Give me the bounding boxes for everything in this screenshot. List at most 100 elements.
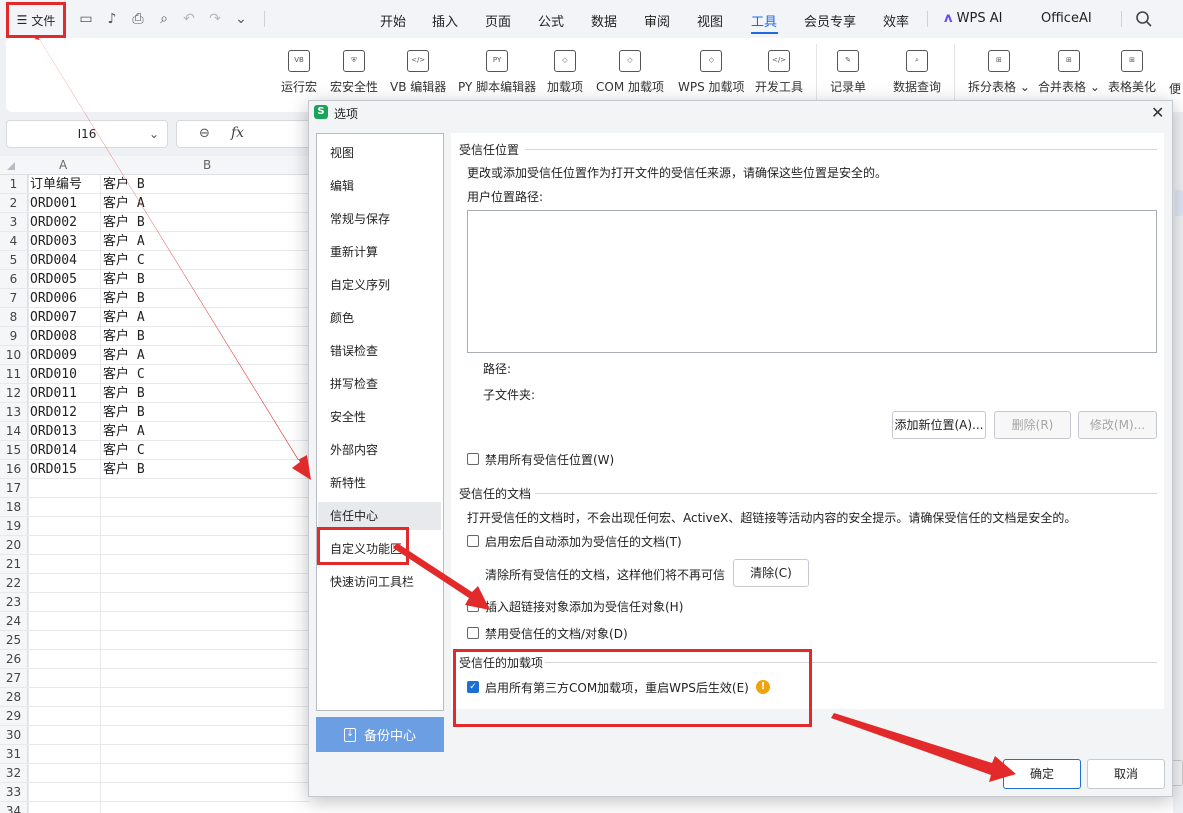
nav-item[interactable]: 安全性 [330,408,366,425]
cell-b[interactable]: 客户 B [103,270,145,289]
cell-a[interactable]: ORD015 [30,460,77,479]
nav-item[interactable]: 自定义序列 [330,276,390,293]
cell-a[interactable]: ORD013 [30,422,77,441]
backup-center-button[interactable]: ↓ 备份中心 [316,717,444,752]
row-number[interactable]: 22 [0,574,28,593]
nav-item[interactable]: 视图 [330,144,354,161]
cell-a[interactable]: ORD005 [30,270,77,289]
addins-button[interactable]: ◇ 加载项 [547,50,583,100]
row-number[interactable]: 2 [0,194,28,213]
dev-tools-button[interactable]: </> 开发工具 [755,50,803,100]
auto-add-trusted-checkbox[interactable] [467,535,479,547]
row-number[interactable]: 5 [0,251,28,270]
disable-trusted-checkbox[interactable] [467,627,479,639]
cell-b[interactable]: 客户 A [103,422,145,441]
brush-icon[interactable]: ♪ [103,10,121,28]
row-number[interactable]: 14 [0,422,28,441]
cell-b[interactable]: 客户 C [103,441,145,460]
row-number[interactable]: 4 [0,232,28,251]
chevron-down-icon[interactable]: ⌄ [149,121,159,147]
row-number[interactable]: 20 [0,536,28,555]
row-number[interactable]: 28 [0,688,28,707]
row-number[interactable]: 6 [0,270,28,289]
cell-a[interactable]: ORD007 [30,308,77,327]
row-number[interactable]: 7 [0,289,28,308]
save-icon[interactable]: ▭ [77,10,95,28]
row-number[interactable]: 29 [0,707,28,726]
tab-efficiency[interactable]: 效率 [883,11,909,30]
nav-item[interactable]: 编辑 [330,177,354,194]
row-number[interactable]: 34 [0,802,28,813]
nav-item[interactable]: 错误检查 [330,342,378,359]
disable-all-locations-checkbox[interactable] [467,453,479,465]
row-number[interactable]: 3 [0,213,28,232]
cell-b[interactable]: 客户 A [103,346,145,365]
cell-a[interactable]: 订单编号 [30,175,82,194]
cancel-button[interactable]: 取消 [1087,759,1165,789]
cell-name-box[interactable]: I16 ⌄ [6,120,168,148]
row-number[interactable]: 18 [0,498,28,517]
macro-security-button[interactable]: ⛨ 宏安全性 [330,50,378,100]
tab-home[interactable]: 开始 [380,11,406,30]
file-menu-button[interactable]: ☰ 文件 [6,2,66,38]
tab-view[interactable]: 视图 [697,11,723,30]
formula-bar[interactable]: ⊖ fx [176,120,316,148]
nav-item[interactable]: 信任中心 [330,507,378,524]
row-number[interactable]: 10 [0,346,28,365]
cell-a[interactable]: ORD006 [30,289,77,308]
cell-b[interactable]: 客户 B [103,175,145,194]
row-number[interactable]: 8 [0,308,28,327]
cell-b[interactable]: 客户 B [103,403,145,422]
cell-a[interactable]: ORD014 [30,441,77,460]
row-number[interactable]: 25 [0,631,28,650]
nav-item[interactable]: 外部内容 [330,441,378,458]
run-macro-button[interactable]: VB 运行宏 [281,50,317,100]
insert-hyperlink-checkbox[interactable] [467,600,479,612]
row-number[interactable]: 26 [0,650,28,669]
split-table-button[interactable]: ⊞ 拆分表格 ⌄ [968,50,1030,100]
more-icon[interactable]: ⌄ [232,10,250,28]
row-number[interactable]: 23 [0,593,28,612]
fx-icon[interactable]: fx [231,125,244,141]
close-icon[interactable]: ✕ [1151,103,1164,122]
cell-b[interactable]: 客户 C [103,365,145,384]
cell-b[interactable]: 客户 A [103,194,145,213]
print-icon[interactable]: ⎙ [129,10,147,28]
cell-b[interactable]: 客户 B [103,384,145,403]
cell-a[interactable]: ORD010 [30,365,77,384]
nav-item[interactable]: 颜色 [330,309,354,326]
tab-page[interactable]: 页面 [485,11,511,30]
tab-wps-ai[interactable]: ᴧ WPS AI [944,11,1002,26]
record-form-button[interactable]: ✎ 记录单 [830,50,866,100]
clear-trusted-button[interactable]: 清除(C) [733,559,809,587]
tab-tools[interactable]: 工具 [751,11,777,30]
row-number[interactable]: 16 [0,460,28,479]
delete-location-button[interactable]: 删除(R) [994,411,1071,439]
cell-b[interactable]: 客户 A [103,308,145,327]
redo-icon[interactable]: ↷ [206,10,224,28]
cell-b[interactable]: 客户 A [103,232,145,251]
row-number[interactable]: 12 [0,384,28,403]
row-number[interactable]: 17 [0,479,28,498]
table-beautify-button[interactable]: ⊞ 表格美化 [1108,50,1156,100]
cell-a[interactable]: ORD001 [30,194,77,213]
nav-item[interactable]: 常规与保存 [330,210,390,227]
nav-item[interactable]: 重新计算 [330,243,378,260]
wps-addins-button[interactable]: ◇ WPS 加载项 [678,50,745,100]
trusted-locations-list[interactable] [467,210,1157,353]
row-number[interactable]: 30 [0,726,28,745]
row-number[interactable]: 32 [0,764,28,783]
row-number[interactable]: 9 [0,327,28,346]
cell-a[interactable]: ORD012 [30,403,77,422]
merge-table-button[interactable]: ⊞ 合并表格 ⌄ [1038,50,1100,100]
nav-item[interactable]: 新特性 [330,474,366,491]
cell-b[interactable]: 客户 C [103,251,145,270]
cell-b[interactable]: 客户 B [103,289,145,308]
row-number[interactable]: 24 [0,612,28,631]
tab-data[interactable]: 数据 [591,11,617,30]
cell-a[interactable]: ORD003 [30,232,77,251]
cell-b[interactable]: 客户 B [103,327,145,346]
py-editor-button[interactable]: PY PY 脚本编辑器 [458,50,536,100]
data-query-button[interactable]: ⌕ 数据查询 [893,50,941,100]
search-icon[interactable] [1135,10,1153,28]
